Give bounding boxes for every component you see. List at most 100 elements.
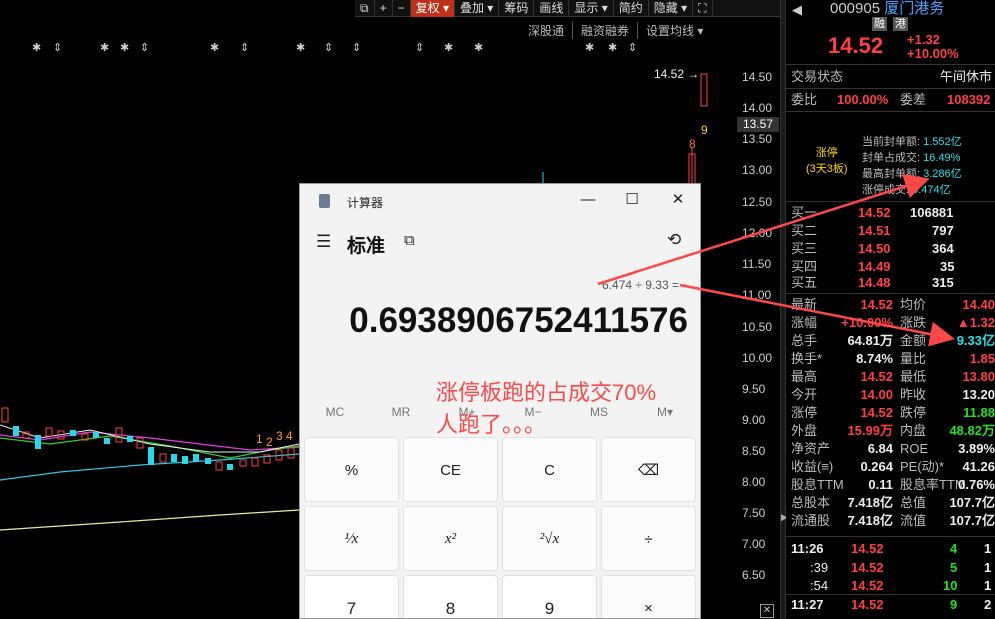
percent-key[interactable]: % [304, 437, 399, 502]
candle [205, 458, 211, 464]
square-key[interactable]: x² [403, 506, 498, 571]
stat-value: 14.52 [860, 297, 893, 312]
axis-tick: 11.50 [742, 257, 772, 271]
margin-link[interactable]: 融资融券 [572, 22, 637, 39]
stat-value: ▲1.32 [956, 315, 995, 330]
axis-tick: 14.50 [742, 70, 773, 84]
stock-name[interactable]: 厦门港务 [884, 0, 944, 17]
stat-value: 14.52 [860, 405, 893, 420]
fullscreen-icon[interactable]: ⛶ [693, 0, 713, 17]
backspace-key[interactable]: ⌫ [601, 437, 696, 502]
stat-row: 换手* 8.74% 量比 1.85 [786, 350, 995, 368]
memory-store-button[interactable]: MS [566, 405, 632, 419]
multiply-key[interactable]: × [601, 575, 696, 618]
stock-header: 000905 厦门港务 [830, 0, 944, 18]
limit-up-badge: 涨停 (3天3板) [806, 147, 848, 175]
close-icon[interactable]: ✕ [760, 604, 774, 618]
digit-9-key[interactable]: 9 [502, 575, 597, 618]
maximize-button[interactable]: ☐ [622, 190, 642, 210]
calculator-titlebar[interactable]: 计算器 — ☐ ✕ [300, 184, 700, 217]
hk-connect-link[interactable]: 深股通 [520, 22, 572, 39]
stat-value: 13.80 [962, 369, 995, 384]
stat-value: 9.33亿 [956, 333, 995, 348]
stat-row: 股息TTM 0.11 股息率TTM 0.76% [786, 476, 995, 494]
tick-row: 11:26 14.52 4 1 [791, 541, 992, 556]
stock-code: 000905 [830, 0, 881, 17]
candle [171, 454, 177, 462]
display-button[interactable]: 显示 ▾ [569, 0, 614, 17]
stat-label: 最低 [900, 369, 927, 384]
memory-list-button[interactable]: M▾ [632, 405, 698, 419]
clear-key[interactable]: C [502, 437, 597, 502]
stat-value: 15.99万 [847, 423, 893, 438]
calculator-result: 0.6938906752411576 [349, 301, 688, 340]
digit-7-key[interactable]: 7 [304, 575, 399, 618]
memory-add-button[interactable]: M+ [434, 405, 500, 419]
minimize-button[interactable]: — [578, 190, 598, 210]
reciprocal-key[interactable]: ¹⁄x [304, 506, 399, 571]
memory-recall-button[interactable]: MR [368, 405, 434, 419]
candle [193, 454, 199, 462]
zoom-in-button[interactable]: + [375, 0, 393, 17]
svg-text:⇕: ⇕ [140, 42, 149, 54]
candle [239, 459, 247, 467]
zoom-out-button[interactable]: − [393, 0, 411, 17]
price-change: +1.32 [907, 32, 940, 47]
stat-value: 0.76% [958, 477, 995, 492]
stat-value: 7.418亿 [847, 495, 893, 510]
adjust-button[interactable]: 复权 ▾ [410, 0, 455, 17]
simple-button[interactable]: 简约 [614, 0, 649, 17]
keep-on-top-icon[interactable]: ⧉ [404, 232, 415, 249]
calculator-window[interactable]: 计算器 — ☐ ✕ ☰ 标准 ⧉ ⟲ 6.474 ÷ 9.33 = 0.6938… [299, 183, 701, 619]
stat-label: 量比 [900, 351, 927, 366]
stat-label: 最高 [791, 369, 818, 384]
small-label: 4 [286, 429, 293, 443]
order-book-row: 买二 14.51 797 [791, 223, 954, 238]
candle [93, 432, 99, 438]
candle [127, 436, 133, 442]
margin-tag: 融 [872, 17, 887, 31]
stat-value: 14.40 [962, 297, 995, 312]
draw-line-button[interactable]: 画线 [534, 0, 570, 17]
menu-icon[interactable]: ☰ [316, 232, 331, 252]
stat-label: 换手* [791, 351, 823, 366]
history-icon[interactable]: ⟲ [667, 230, 681, 250]
axis-tick: 14.00 [742, 101, 773, 115]
hide-button[interactable]: 隐藏 ▾ [649, 0, 694, 17]
chips-button[interactable]: 筹码 [499, 0, 535, 17]
calculator-mode: 标准 [347, 236, 386, 257]
prev-stock-icon[interactable]: ◀ [792, 2, 802, 18]
close-button[interactable]: ✕ [668, 190, 688, 210]
event-markers: ✱ ⇕ ✱ ✱ ⇕ ✱ ⇕ ✱ ⇕ ⇕ ⇕ ✱ ✱ ✱ ✱ ⇕ [32, 42, 637, 54]
memory-clear-button[interactable]: MC [302, 405, 368, 419]
sqrt-key[interactable]: ²√x [502, 506, 597, 571]
stat-label: 总值 [900, 495, 927, 510]
stat-row: 流通股 7.418亿 流值 107.7亿 [786, 512, 995, 530]
stat-label: 昨收 [900, 387, 927, 402]
digit-8-key[interactable]: 8 [403, 575, 498, 618]
svg-text:✱: ✱ [444, 42, 453, 54]
stat-row: 总手 64.81万 金额 9.33亿 [786, 332, 995, 350]
overlay-button[interactable]: 叠加 ▾ [455, 0, 500, 17]
stat-label: 流通股 [791, 513, 831, 528]
svg-text:✱: ✱ [608, 42, 617, 54]
stat-label: 收益(≡) [791, 459, 834, 474]
layout-icon[interactable]: ⧉ [355, 0, 375, 17]
stat-label: 最新 [791, 297, 818, 312]
count-label: 8 [689, 137, 696, 151]
current-price-marker: 13.57 [737, 117, 779, 132]
stat-value: 11.88 [963, 405, 995, 420]
stat-value: 48.82万 [949, 423, 995, 438]
axis-tick: 11.00 [742, 288, 772, 302]
clear-entry-key[interactable]: CE [403, 437, 498, 502]
divide-key[interactable]: ÷ [601, 506, 696, 571]
trade-status-row: 交易状态 午间休市 [791, 69, 993, 84]
ma-settings-button[interactable]: 设置均线 ▾ [637, 22, 711, 39]
svg-text:⇕: ⇕ [628, 42, 637, 54]
memory-subtract-button[interactable]: M− [500, 405, 566, 419]
annotation-line-1: 涨停板跑的占成交70% [436, 380, 657, 405]
stat-value: 107.7亿 [949, 495, 995, 510]
order-book-row: 买五 14.48 315 [791, 275, 954, 290]
axis-tick: 7.00 [742, 537, 766, 551]
calculator-app-icon [319, 194, 330, 208]
